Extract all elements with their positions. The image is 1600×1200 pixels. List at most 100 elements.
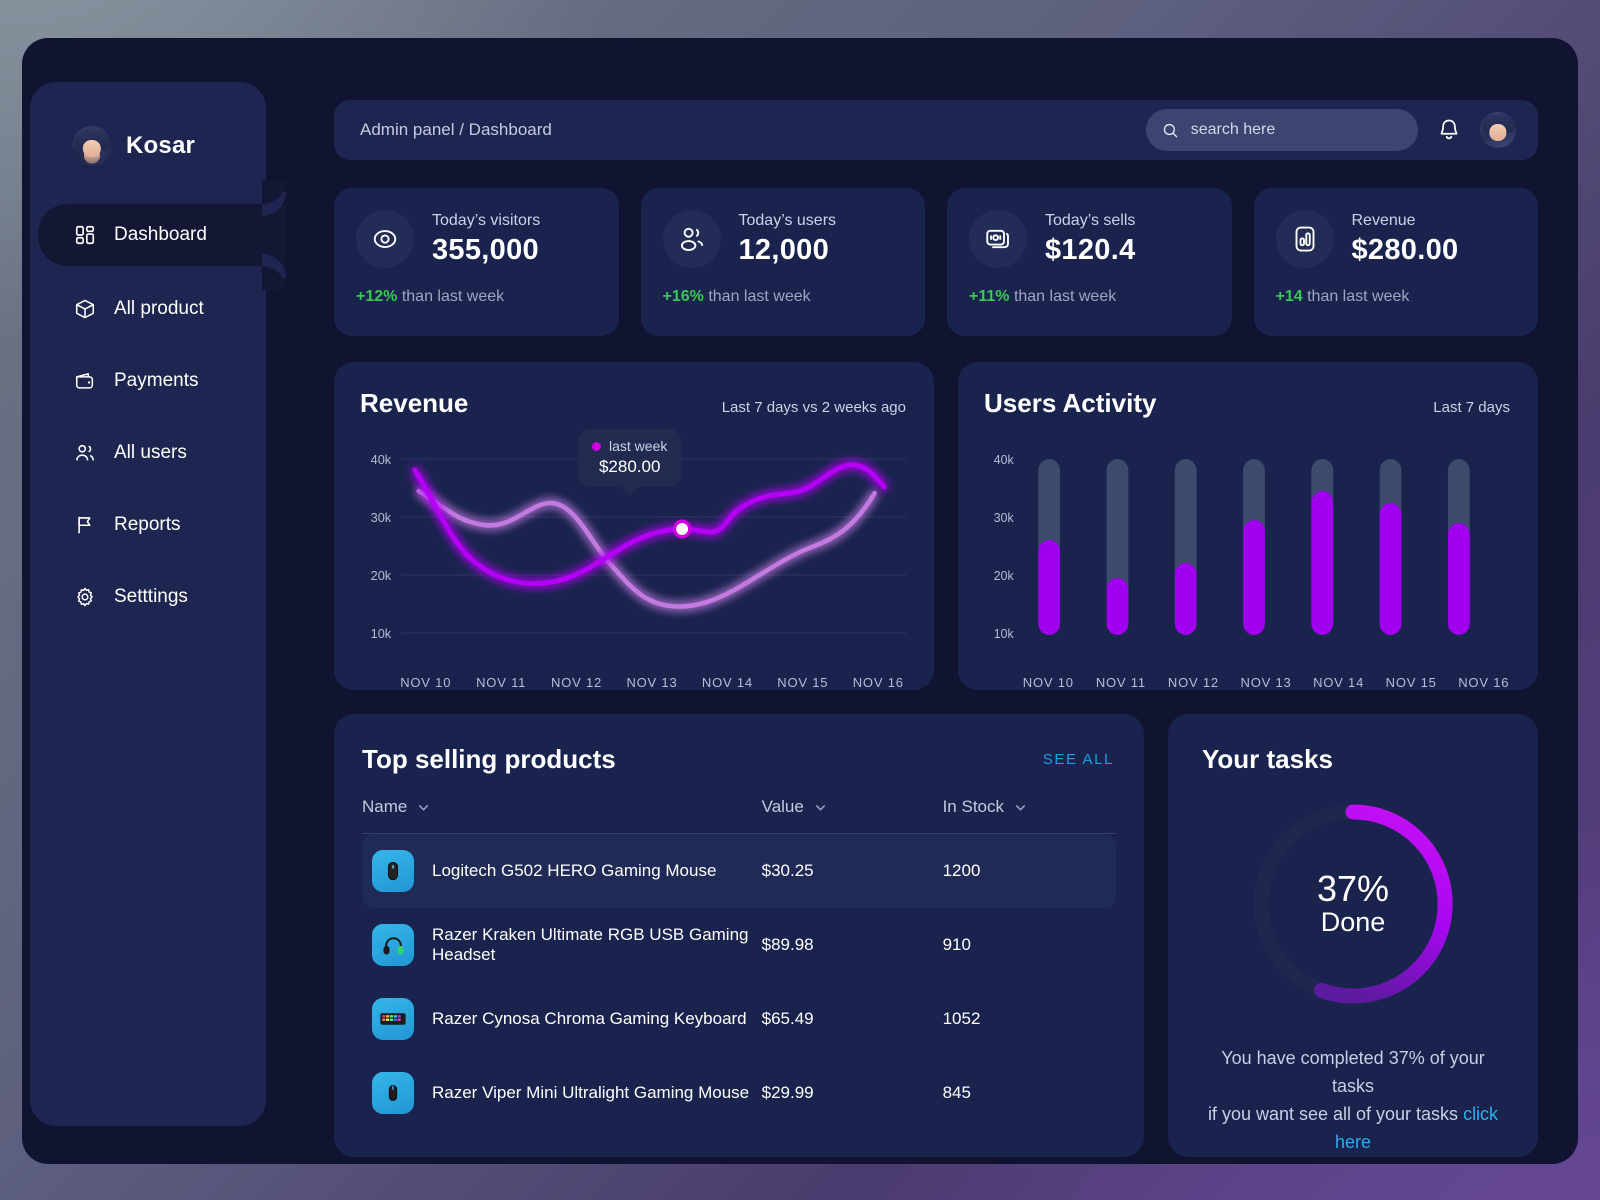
gear-icon: [77, 587, 93, 607]
card-title: Users Activity: [984, 388, 1157, 418]
kpi-card-todays-visitors: Today’s visitors 355,000 +12% than last …: [334, 188, 619, 336]
tasks-done-label: Done: [1320, 907, 1386, 938]
x-tick: NOV 10: [1022, 675, 1074, 690]
y-tick-40k: 40k: [994, 453, 1015, 467]
bar-nov-14: [1311, 491, 1334, 635]
column-header-name: Name: [362, 797, 762, 834]
card-subtitle: Last 7 days vs 2 weeks ago: [721, 399, 906, 416]
sidebar-user-name: Kosar: [126, 132, 196, 159]
revenue-chart-card: Revenue Last 7 days vs 2 weeks ago 40k 3…: [334, 362, 934, 690]
sidebar-item-payments[interactable]: Payments: [30, 352, 266, 410]
bar-nov-13: [1243, 520, 1265, 635]
search-icon: [1163, 123, 1178, 137]
sidebar-nav: Dashboard All product Payments All users…: [30, 180, 286, 626]
tooltip-value: $280.00: [598, 457, 661, 476]
kpi-card-todays-users: Today’s users 12,000 +16% than last week: [640, 188, 925, 336]
chart-icon: [1275, 210, 1334, 268]
table-row[interactable]: Logitech G502 HERO Gaming Mouse $30.25 1…: [362, 833, 1116, 908]
y-tick-20k: 20k: [371, 568, 392, 583]
bell-icon[interactable]: [1436, 117, 1462, 143]
bar-nov-16: [1447, 523, 1470, 635]
kpi-delta: +12% than last week: [356, 288, 599, 306]
sidebar-item-all-users[interactable]: All users: [30, 424, 266, 482]
product-stock: 1052: [942, 1009, 981, 1028]
chevron-down-icon: [419, 804, 429, 810]
x-tick: NOV 15: [1385, 675, 1437, 690]
search-input[interactable]: [1190, 121, 1402, 139]
bar-nov-12: [1174, 563, 1197, 635]
revenue-line-chart: 40k 30k 20k 10k last week $280.00: [346, 429, 916, 671]
bar-nov-15: [1379, 503, 1402, 635]
wallet-icon: [75, 373, 94, 389]
users-icon: [76, 444, 94, 461]
column-label: Value: [761, 797, 804, 816]
cash-icon: [969, 210, 1027, 268]
kpi-delta-value: +11%: [969, 288, 1010, 305]
chevron-down-icon: [815, 804, 825, 810]
table-row[interactable]: Razer Viper Mini Ultralight Gaming Mouse…: [362, 1056, 1116, 1130]
tasks-note-line1: You have completed 37% of your tasks: [1221, 1048, 1485, 1096]
kpi-label: Today’s sells: [1045, 211, 1136, 229]
headset-icon: [372, 924, 414, 966]
series-two-weeks-ago: [416, 488, 877, 609]
product-name: Logitech G502 HERO Gaming Mouse: [432, 861, 717, 880]
sort-value-button[interactable]: Value: [762, 797, 828, 817]
sidebar-item-label: All users: [114, 442, 187, 463]
x-tick: NOV 13: [1240, 675, 1292, 690]
sidebar: Kosar Dashboard All product Payments All…: [30, 82, 286, 1126]
table-row[interactable]: Razer Kraken Ultimate RGB USB Gaming Hea…: [362, 908, 1116, 982]
kpi-value: 12,000: [738, 233, 829, 266]
charts-row: Revenue Last 7 days vs 2 weeks ago 40k 3…: [334, 362, 1538, 690]
x-tick: NOV 10: [400, 675, 452, 690]
kpi-value: $280.00: [1351, 233, 1459, 266]
sidebar-item-label: Setttings: [114, 586, 188, 607]
chevron-down-icon: [1016, 804, 1025, 810]
x-tick: NOV 15: [777, 675, 829, 690]
box-icon: [75, 299, 95, 319]
kpi-row: Today’s visitors 355,000 +12% than last …: [334, 188, 1538, 336]
tasks-percent: 37%: [1316, 868, 1390, 910]
bar-nov-10: [1038, 540, 1061, 635]
topbar-avatar[interactable]: [1480, 112, 1516, 148]
kpi-delta: +11% than last week: [969, 288, 1212, 306]
kpi-label: Revenue: [1351, 211, 1416, 229]
see-all-link[interactable]: SEE ALL: [1043, 751, 1114, 768]
sidebar-item-all-product[interactable]: All product: [30, 280, 266, 338]
sidebar-item-label: Payments: [114, 370, 199, 391]
avatar: [72, 126, 112, 166]
users-icon: [662, 210, 721, 268]
x-tick: NOV 11: [1095, 675, 1146, 690]
product-stock: 910: [942, 935, 971, 954]
column-header-in-stock: In Stock: [942, 797, 1116, 834]
sidebar-profile[interactable]: Kosar: [30, 82, 266, 166]
main-content: Admin panel / Dashboard search here Toda…: [312, 38, 1578, 1164]
table-row[interactable]: Razer Cynosa Chroma Gaming Keyboard $65.…: [362, 982, 1116, 1056]
kpi-delta-value: +12%: [356, 288, 398, 305]
card-title: Revenue: [360, 388, 469, 418]
tasks-note: You have completed 37% of your tasks if …: [1202, 1045, 1504, 1157]
x-tick: NOV 16: [852, 675, 904, 690]
y-tick-10k: 10k: [994, 627, 1015, 641]
chart-marker-dot[interactable]: [676, 523, 688, 535]
product-stock: 845: [942, 1083, 971, 1102]
sidebar-item-reports[interactable]: Reports: [30, 496, 266, 554]
sort-name-button[interactable]: Name: [362, 797, 431, 817]
kpi-delta-value: +16%: [662, 288, 704, 305]
kpi-delta-suffix: than last week: [708, 288, 811, 305]
chart-tooltip: last week $280.00: [578, 429, 682, 487]
product-name: Razer Cynosa Chroma Gaming Keyboard: [432, 1009, 747, 1028]
x-tick: NOV 13: [626, 675, 678, 690]
sort-stock-button[interactable]: In Stock: [943, 797, 1028, 817]
search-box[interactable]: [1146, 109, 1418, 151]
y-tick-30k: 30k: [994, 511, 1015, 525]
sidebar-item-label: Reports: [114, 514, 181, 535]
x-tick: NOV 16: [1458, 675, 1510, 690]
kpi-delta-suffix: than last week: [401, 288, 505, 305]
tasks-donut-chart: 37% Done: [1238, 789, 1468, 1019]
sidebar-item-settings[interactable]: Setttings: [30, 568, 266, 626]
kpi-card-todays-sells: Today’s sells $120.4 +11% than last week: [947, 188, 1232, 336]
kpi-delta: +16% than last week: [663, 288, 906, 306]
sidebar-item-dashboard[interactable]: Dashboard: [38, 180, 286, 290]
bottom-row: Top selling products SEE ALL Name Value …: [334, 714, 1538, 1157]
tooltip-series-dot: [592, 441, 601, 451]
